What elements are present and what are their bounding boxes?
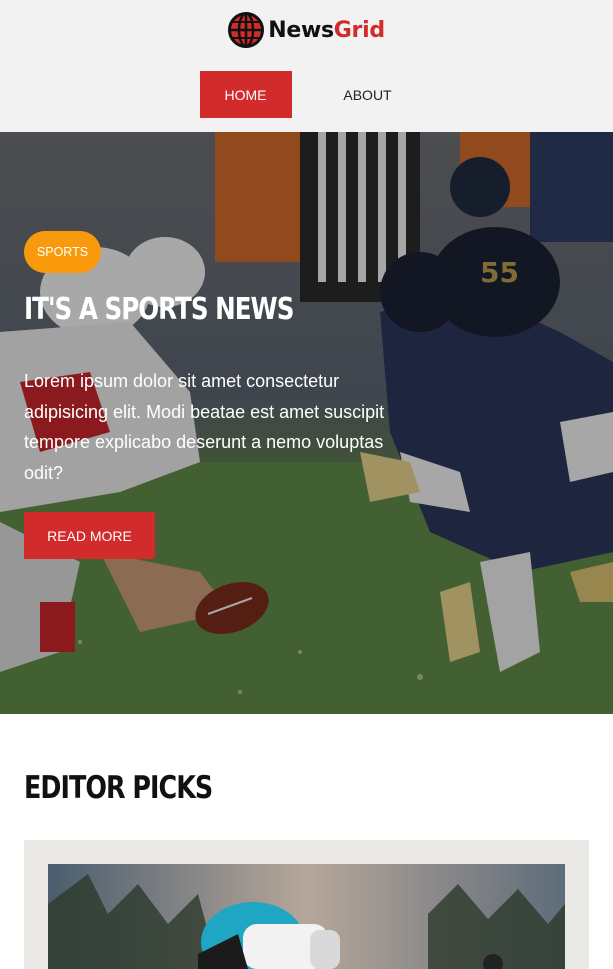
globe-icon: [228, 12, 265, 48]
category-badge[interactable]: SPORTS: [24, 231, 101, 273]
nav-home-link[interactable]: HOME: [199, 71, 292, 118]
hero-excerpt: Lorem ipsum dolor sit amet consectetur a…: [24, 371, 385, 483]
editor-picks-title: EDITOR PICKS: [24, 770, 213, 806]
editor-pick-card[interactable]: [24, 840, 589, 969]
logo-text-news: News: [268, 17, 334, 43]
hero-section: 55 SPORTS IT'S A SPORTS NEWS Lorem ipsum…: [0, 132, 613, 714]
nav-about-link[interactable]: ABOUT: [322, 71, 414, 118]
editor-pick-image[interactable]: [48, 864, 565, 969]
hero-title: IT'S A SPORTS NEWS: [24, 292, 294, 327]
site-logo[interactable]: NewsGrid: [0, 12, 613, 48]
vr-headset-photo: [48, 864, 565, 969]
logo-text-grid: Grid: [333, 17, 385, 43]
read-more-button[interactable]: READ MORE: [24, 512, 155, 559]
site-header: NewsGrid HOME ABOUT: [0, 0, 613, 132]
logo-text: NewsGrid: [268, 18, 385, 43]
main-nav: HOME ABOUT: [0, 71, 613, 118]
